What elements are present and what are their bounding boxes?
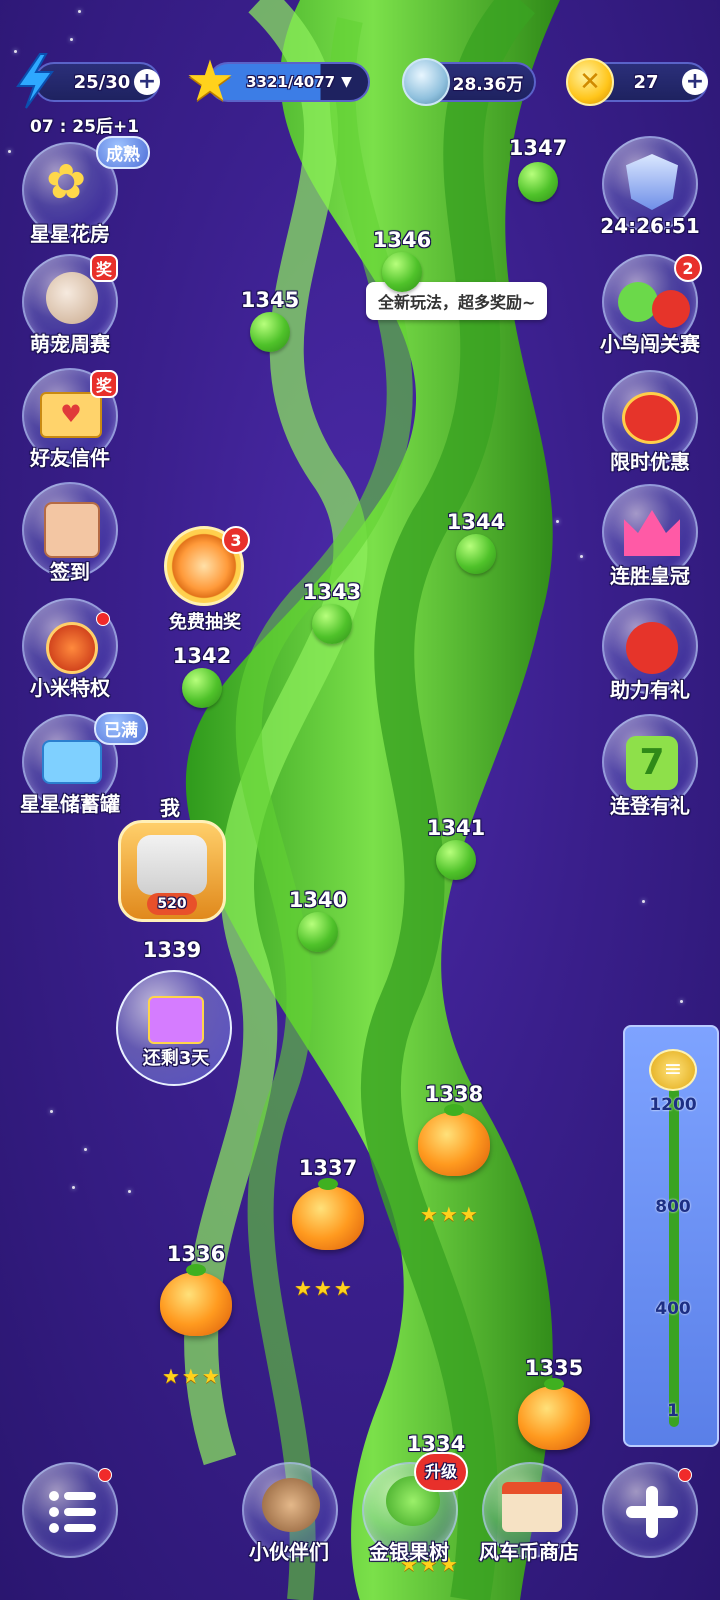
plus-icon-vertical [646,1486,658,1538]
assist-bird-icon [626,622,678,674]
greenhouse-tag: 成熟 [96,136,150,169]
level-1344-label: 1344 [446,510,506,534]
gems-add-button[interactable]: + [682,69,708,95]
tower-mark-400: 400 [655,1299,691,1319]
privilege-wheel-icon [46,622,98,674]
avatar-mirror-icon [137,835,207,895]
day7-calendar-icon: 7 [626,736,678,790]
level-1340-node[interactable] [298,912,338,952]
pet-weekly-label: 萌宠周赛 [30,332,110,356]
win-streak-label: 连胜皇冠 [610,564,690,588]
coin-icon [402,58,450,106]
bird-challenge-label: 小鸟闯关赛 [600,332,700,356]
pet-weekly-reward-badge: 奖 [90,254,118,282]
star-icon: ★ [184,49,236,114]
level-1340-label: 1340 [288,888,348,912]
gift-box-icon [148,996,204,1044]
piggybank-full-tag: 已满 [94,712,148,745]
rank-countdown: 24:26:51 [600,214,700,238]
player-avatar[interactable]: 520 [118,820,226,922]
crown-icon [624,510,680,556]
level-1341-node[interactable] [436,840,476,880]
tooltip-text: 全新玩法，超多奖励~ [378,293,536,312]
windmill-shop-label: 风车币商店 [479,1540,579,1564]
lottery-count-badge: 3 [222,526,250,554]
friend-mail-label: 好友信件 [30,446,110,470]
piggybank-icon [42,740,102,784]
xiaomi-privilege-label: 小米特权 [30,676,110,700]
tower-mark-800: 800 [655,1197,691,1217]
level-1343-node[interactable] [312,604,352,644]
red-bird-offer-icon [622,392,680,444]
level-1338-stars: ★★★ [420,1202,480,1226]
level-1336-label: 1336 [166,1242,226,1266]
level-1335-node[interactable] [518,1378,590,1450]
chevron-down-icon: ▼ [341,74,352,90]
limited-offer-label: 限时优惠 [610,450,690,474]
level-1345-node[interactable] [250,312,290,352]
energy-timer: 07 : 25后+1 [30,117,140,137]
shop-icon [502,1482,562,1532]
level-1337-node[interactable] [292,1178,364,1250]
lightning-icon [12,52,56,110]
list-icon [49,1491,96,1533]
lottery-label[interactable]: 免费抽奖 [150,608,260,634]
xiaomi-notification-dot [96,612,110,626]
level-1336-node[interactable] [160,1264,232,1336]
level-1342-label: 1342 [172,644,232,668]
calendar-icon [44,502,100,558]
flower-star-icon: ✿ [46,154,87,210]
level-1335-label: 1335 [524,1356,584,1380]
level-1347-node[interactable] [518,162,558,202]
me-label: 我 [160,796,180,820]
tower-vine [669,1087,679,1427]
level-1336-stars: ★★★ [162,1364,222,1388]
raccoon-icon [262,1478,320,1532]
envelope-icon: ♥ [40,392,102,438]
level-1346-label: 1346 [372,228,432,252]
level-1343-label: 1343 [302,580,362,604]
level-1347-label: 1347 [508,136,568,160]
stars-value: 3321/4077 [246,73,336,91]
level-progress-tower[interactable]: ≡ 1200 800 400 1 [623,1025,719,1447]
level-1337-label: 1337 [298,1156,358,1180]
sign-in-label: 签到 [50,560,90,584]
tower-menu-icon[interactable]: ≡ [649,1049,697,1091]
piggybank-label: 星星储蓄罐 [20,792,120,816]
red-bird-icon [652,290,690,328]
level-1345-label: 1345 [240,288,300,312]
assist-gift-label: 助力有礼 [610,678,690,702]
level-1337-stars: ★★★ [294,1276,354,1300]
gift-remaining-label: 还剩3天 [142,1048,210,1069]
menu-notification-dot [98,1468,112,1482]
level-1342-node[interactable] [182,668,222,708]
money-tree-label: 金银果树 [369,1540,449,1564]
login-gift-label: 连登有礼 [610,794,690,818]
cat-icon [46,272,98,324]
energy-value: 25/30 [73,71,131,93]
gems-value: 27 [633,71,659,93]
gold-coin-icon: ✕ [566,58,614,106]
level-1339-label: 1339 [142,938,202,962]
energy-add-button[interactable]: + [134,69,160,95]
player-score: 520 [147,893,197,915]
bird-challenge-count-badge: 2 [674,254,702,282]
level-1344-node[interactable] [456,534,496,574]
level-1338-node[interactable] [418,1104,490,1176]
greenhouse-label: 星星花房 [30,222,110,246]
coins-value: 28.36万 [452,74,524,95]
level-1338-label: 1338 [424,1082,484,1106]
shield-icon [626,154,678,210]
friend-mail-reward-badge: 奖 [90,370,118,398]
level-1346-node[interactable] [382,252,422,292]
tower-mark-1200: 1200 [649,1095,697,1115]
level-1341-label: 1341 [426,816,486,840]
upgrade-badge: 升级 [414,1452,468,1492]
tower-mark-1: 1 [667,1401,679,1421]
add-notification-dot [678,1468,692,1482]
partners-label: 小伙伴们 [249,1540,329,1564]
